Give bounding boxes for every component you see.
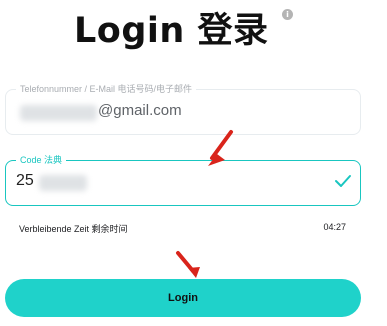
redacted-code-suffix <box>39 175 87 191</box>
code-visible-value: 25 <box>16 172 34 189</box>
red-arrow-icon <box>208 130 233 166</box>
remaining-time-value: 04:27 <box>323 222 346 232</box>
page-header: Login 登录 i <box>0 0 387 51</box>
phone-email-field[interactable]: Telefonnummer / E-Mail 电话号码/电子邮件 @gmail.… <box>5 82 361 135</box>
verification-code-field[interactable]: Code 法典 25 <box>5 153 361 206</box>
email-visible-suffix: @gmail.com <box>98 102 182 119</box>
red-arrow-icon <box>176 251 200 278</box>
info-icon[interactable]: i <box>282 9 293 20</box>
page-title: Login 登录 <box>74 11 269 51</box>
code-label: Code 法典 <box>16 153 67 167</box>
remaining-time-row: Verbleibende Zeit 剩余时间 04:27 <box>19 222 346 238</box>
phone-email-label: Telefonnummer / E-Mail 电话号码/电子邮件 <box>16 82 197 96</box>
remaining-time-label: Verbleibende Zeit 剩余时间 <box>19 224 128 234</box>
redacted-email-prefix <box>20 105 97 121</box>
check-icon <box>335 175 351 187</box>
